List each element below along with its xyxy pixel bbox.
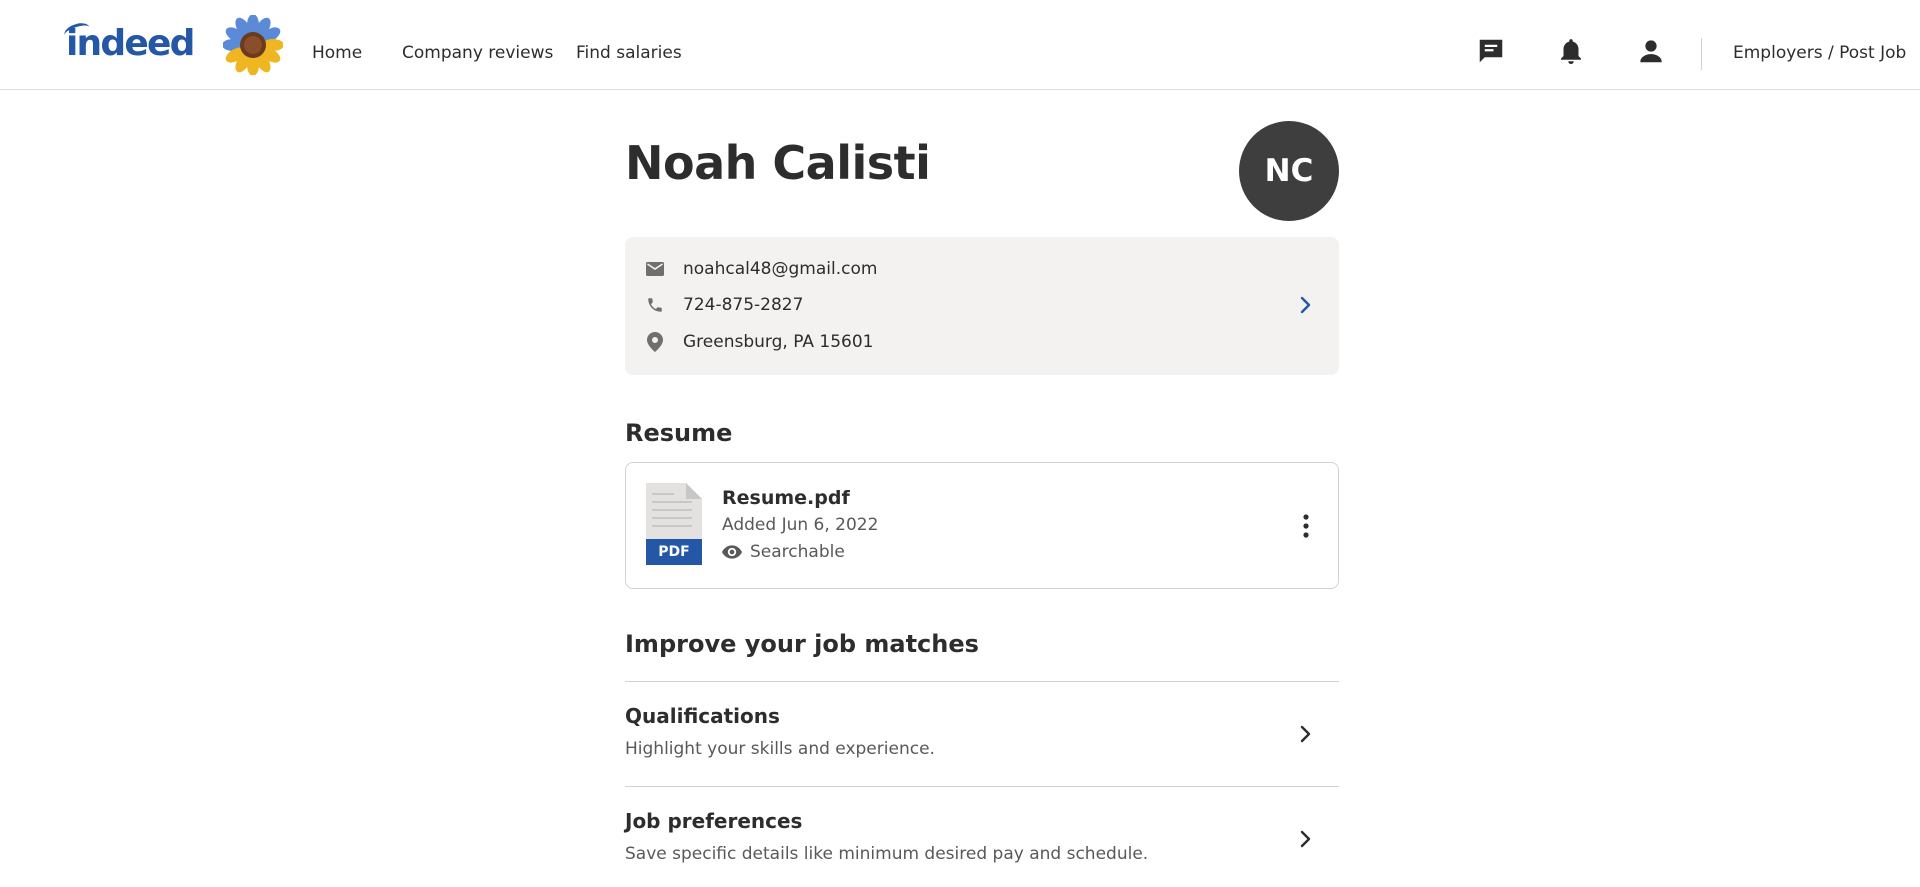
mail-icon [645,259,665,279]
contact-phone-row: 724-875-2827 [645,293,803,317]
nav-company-reviews-link[interactable]: Company reviews [402,0,553,90]
avatar: NC [1239,121,1339,221]
pdf-file-icon: PDF [646,483,702,565]
job-preferences-item[interactable]: Job preferences Save specific details li… [625,787,1339,887]
resume-added-date: Added Jun 6, 2022 [722,515,879,535]
phone-icon [645,295,665,315]
job-preferences-subtitle: Save specific details like minimum desir… [625,844,1149,864]
contact-location: Greensburg, PA 15601 [683,332,874,352]
qualifications-item[interactable]: Qualifications Highlight your skills and… [625,682,1339,786]
sunflower-icon [223,15,283,75]
resume-card[interactable]: PDF Resume.pdf Added Jun 6, 2022 Searcha… [625,462,1339,589]
improve-matches-title: Improve your job matches [625,630,979,658]
chevron-right-icon[interactable] [1293,293,1317,317]
pdf-badge: PDF [646,539,702,565]
resume-section-title: Resume [625,419,733,447]
eye-icon [722,545,742,559]
employers-post-job-link[interactable]: Employers / Post Job [1733,0,1906,90]
contact-phone: 724-875-2827 [683,295,804,315]
contact-info-card[interactable]: noahcal48@gmail.com 724-875-2827 Greensb… [625,237,1339,375]
qualifications-subtitle: Highlight your skills and experience. [625,739,935,759]
resume-visibility: Searchable [722,542,845,562]
resume-file-name[interactable]: Resume.pdf [722,487,850,509]
nav-find-salaries-link[interactable]: Find salaries [576,0,682,90]
nav-home-link[interactable]: Home [312,0,362,90]
notifications-bell-icon[interactable] [1556,36,1586,66]
profile-name: Noah Calisti [625,136,931,190]
indeed-logo[interactable]: indeed [62,20,195,66]
job-preferences-title: Job preferences [625,809,803,833]
chevron-right-icon[interactable] [1293,722,1317,746]
top-navigation-bar: indeed Home Company reviews Find salarie… [0,0,1920,90]
contact-email-row: noahcal48@gmail.com [645,257,877,281]
contact-email: noahcal48@gmail.com [683,259,878,279]
location-pin-icon [645,332,665,352]
header-divider [1701,38,1702,70]
account-icon[interactable] [1636,36,1666,66]
contact-location-row: Greensburg, PA 15601 [645,330,873,354]
resume-visibility-label: Searchable [750,542,845,562]
more-options-icon[interactable] [1294,511,1318,541]
chevron-right-icon[interactable] [1293,827,1317,851]
messages-icon[interactable] [1476,36,1506,66]
qualifications-title: Qualifications [625,704,780,728]
